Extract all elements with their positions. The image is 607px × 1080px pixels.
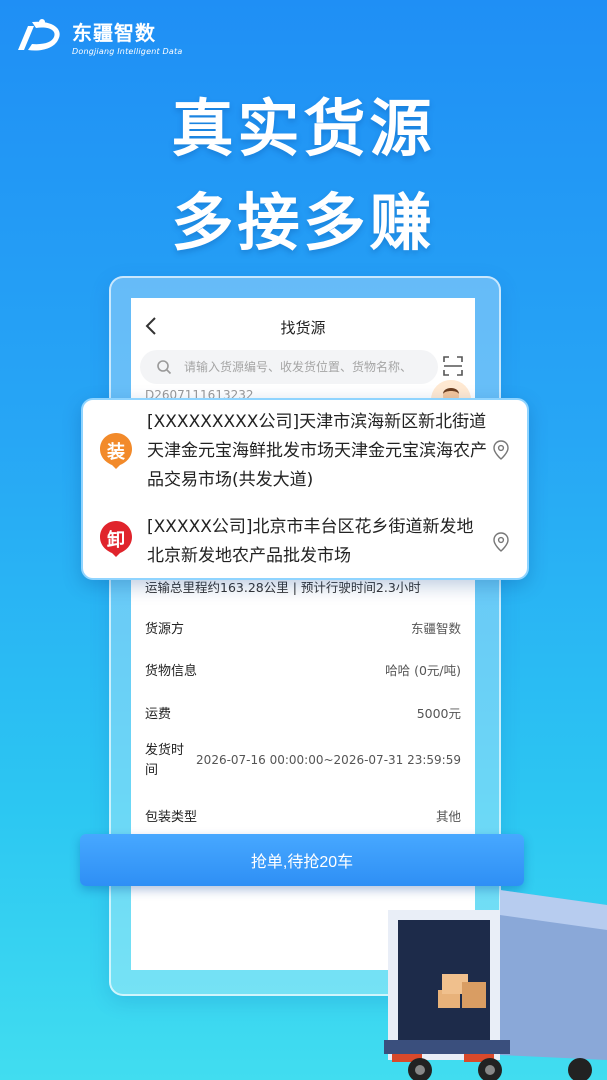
detail-value: 5000元	[416, 706, 461, 721]
unload-badge-label: 卸	[107, 530, 125, 551]
detail-value: 其他	[435, 809, 461, 824]
detail-label: 货源方	[145, 622, 185, 637]
detail-row: 包装类型 其他	[145, 806, 461, 825]
detail-label: 发货时间	[145, 743, 185, 778]
brand-subtitle: Dongjiang Intelligent Data	[72, 46, 183, 56]
brand-name: 东疆智数	[72, 20, 156, 45]
search-bar[interactable]	[140, 350, 438, 384]
search-input[interactable]	[184, 350, 434, 384]
detail-row: 货源方 东疆智数	[145, 618, 461, 637]
detail-row: 发货时间 2026-07-16 00:00:00~2026-07-31 23:5…	[145, 741, 461, 781]
truck-illustration	[384, 890, 607, 1080]
detail-label: 货物信息	[145, 664, 198, 679]
detail-value: 东疆智数	[410, 621, 461, 636]
detail-value: 2026-07-16 00:00:00~2026-07-31 23:59:59	[196, 753, 461, 767]
page-title: 找货源	[280, 319, 326, 337]
detail-row: 运费 5000元	[145, 703, 461, 722]
detail-label: 运费	[145, 707, 172, 722]
unload-address: [XXXXX公司]北京市丰台区花乡街道新发地北京新发地农产品批发市场	[147, 517, 474, 566]
nav-bar: 找货源	[131, 298, 475, 358]
headline-line1: 真实货源	[171, 92, 436, 165]
detail-row: 货物信息 哈哈 (0元/吨)	[145, 660, 461, 679]
logo-icon	[18, 19, 60, 51]
detail-value: 哈哈 (0元/吨)	[385, 663, 461, 678]
pin-icon[interactable]	[493, 440, 509, 460]
headline-line2: 多接多赚	[171, 186, 436, 259]
search-icon	[157, 360, 172, 375]
scan-icon[interactable]	[442, 355, 464, 377]
load-address: [XXXXXXXXX公司]天津市滨海新区新北街道天津金元宝海鲜批发市场天津金元宝…	[147, 412, 487, 490]
detail-label: 包装类型	[145, 810, 198, 825]
pin-icon[interactable]	[493, 532, 509, 552]
brand-logo: 东疆智数 Dongjiang Intelligent Data	[14, 16, 182, 56]
load-badge-label: 装	[107, 442, 125, 463]
route-card: 装 [XXXXXXXXX公司]天津市滨海新区新北街道天津金元宝海鲜批发市场天津金…	[81, 398, 529, 580]
